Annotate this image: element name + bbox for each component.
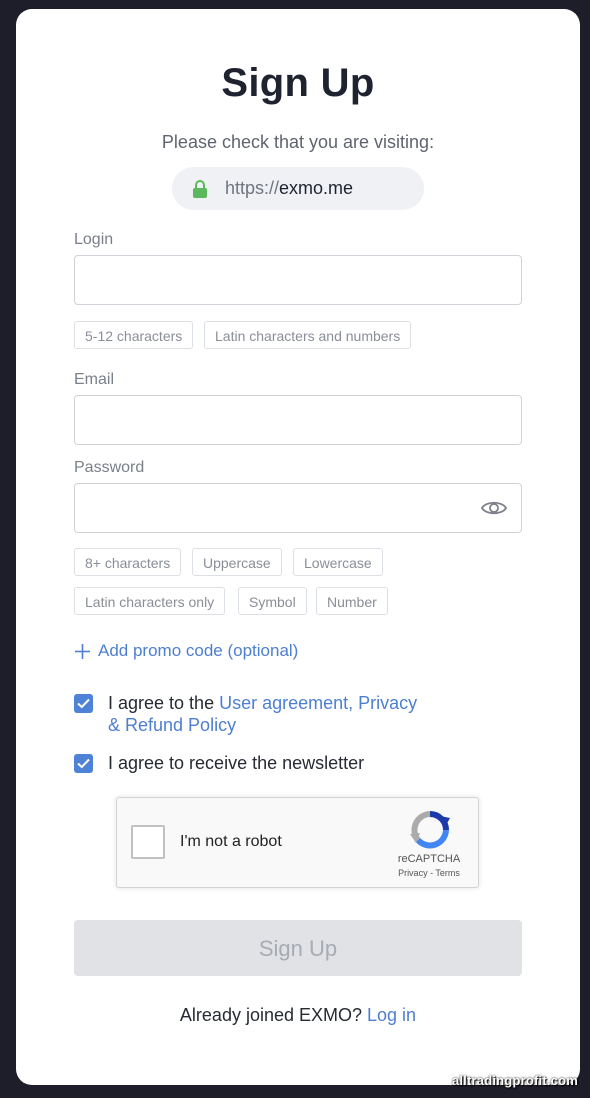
email-label: Email [74, 371, 115, 388]
user-agreement-link[interactable]: User agreement, Privacy [219, 693, 417, 713]
plus-icon [74, 643, 91, 660]
login-hint-length: 5-12 characters [74, 321, 194, 349]
refund-policy-link[interactable]: & Refund Policy [108, 715, 236, 735]
login-prompt-text: Already joined EXMO? [179, 1005, 368, 1025]
lock-icon [192, 179, 208, 198]
terms-prefix: I agree to the [108, 693, 220, 713]
newsletter-text: I agree to receive the newsletter [108, 753, 365, 773]
login-input[interactable] [74, 255, 522, 305]
login-label: Login [74, 231, 114, 248]
password-input[interactable] [74, 483, 522, 533]
url-text: https://exmo.me [225, 178, 353, 199]
add-promo-code-link[interactable]: Add promo code (optional) [74, 641, 298, 661]
password-hint-lowercase: Lowercase [293, 548, 383, 576]
show-password-eye-icon[interactable] [480, 498, 508, 518]
recaptcha-logo-icon [409, 810, 451, 850]
newsletter-checkbox[interactable] [74, 754, 93, 773]
checkmark-icon [77, 758, 90, 769]
checkmark-icon [77, 698, 90, 709]
url-pill: https://exmo.me [172, 167, 424, 210]
login-hint-charset: Latin characters and numbers [204, 321, 412, 349]
recaptcha-privacy-link[interactable]: Privacy [398, 868, 428, 878]
password-hint-symbol: Symbol [238, 587, 307, 615]
visiting-notice: Please check that you are visiting: [161, 132, 435, 152]
recaptcha-terms-link[interactable]: Terms [435, 868, 460, 878]
password-hint-latin: Latin characters only [74, 587, 226, 615]
recaptcha-widget: I'm not a robot reCAPTCHA Privacy - Term… [116, 797, 479, 888]
password-label: Password [74, 459, 145, 476]
terms-text: I agree to the User agreement, Privacy &… [108, 692, 417, 736]
watermark: alltradingprofit.com [451, 1073, 578, 1088]
recaptcha-terms: Privacy - Terms [379, 868, 479, 878]
email-input[interactable] [74, 395, 522, 445]
login-link[interactable]: Log in [367, 1005, 416, 1025]
page-title: Sign Up [221, 61, 375, 105]
recaptcha-label: I'm not a robot [180, 833, 282, 850]
login-prompt: Already joined EXMO? Log in [16, 1005, 580, 1026]
password-hint-uppercase: Uppercase [192, 548, 282, 576]
signup-card: Sign Up Please check that you are visiti… [16, 9, 580, 1085]
recaptcha-checkbox[interactable] [131, 825, 165, 859]
url-host: exmo.me [279, 178, 354, 198]
terms-checkbox[interactable] [74, 694, 93, 713]
signup-button[interactable]: Sign Up [74, 920, 522, 976]
promo-label: Add promo code (optional) [98, 641, 299, 660]
url-protocol: https:// [225, 178, 280, 198]
password-hint-number: Number [316, 587, 388, 615]
recaptcha-brand: reCAPTCHA [397, 853, 461, 865]
password-hint-length: 8+ characters [74, 548, 182, 576]
